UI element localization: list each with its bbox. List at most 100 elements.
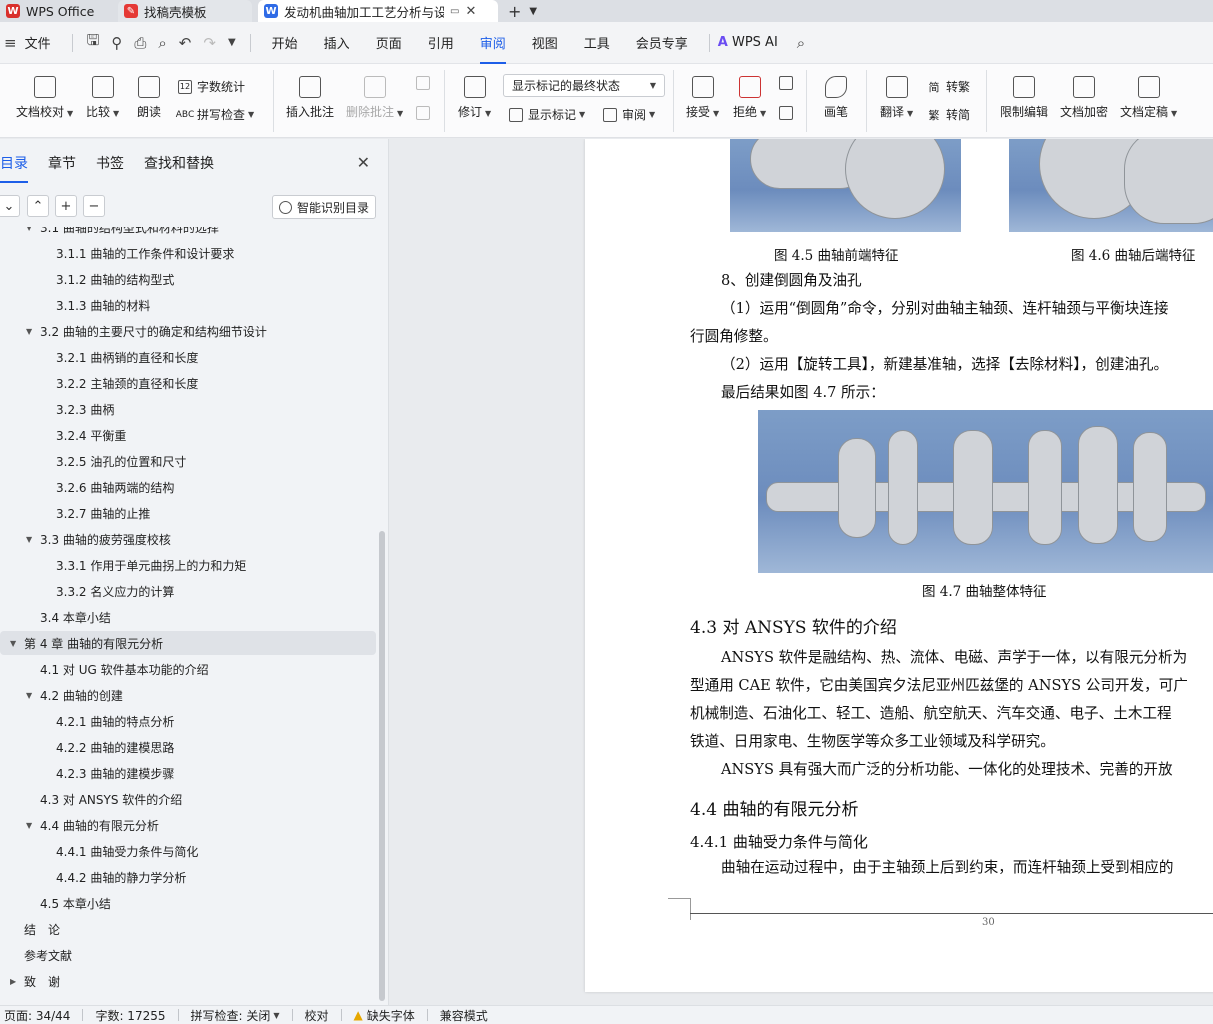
close-icon[interactable]: ✕ bbox=[357, 153, 370, 172]
toc-item[interactable]: 3.3.2 名义应力的计算 bbox=[42, 579, 174, 603]
undo-icon[interactable]: ↶ bbox=[173, 34, 198, 52]
toc-item[interactable]: 4.1 对 UG 软件基本功能的介绍 bbox=[26, 657, 209, 681]
chevron-down-icon[interactable]: ▼ bbox=[26, 535, 40, 544]
toc-item[interactable]: ▼ 3.1 曲轴的结构型式和材料的选择 bbox=[26, 227, 219, 239]
proofread-status[interactable]: 校对 bbox=[301, 1007, 341, 1024]
share-icon[interactable]: ⚲ bbox=[105, 34, 128, 52]
chevron-down-icon[interactable]: ▼ bbox=[26, 691, 40, 700]
tab-bookmarks[interactable]: 书签 bbox=[86, 153, 134, 173]
word-count-indicator[interactable]: 字数: 17255 bbox=[91, 1007, 177, 1024]
toc-item[interactable]: 结 论 bbox=[10, 917, 60, 941]
menu-view[interactable]: 视图 bbox=[519, 33, 571, 52]
markup-display-select[interactable]: 显示标记的最终状态 ▼ bbox=[503, 74, 665, 97]
toc-item[interactable]: 3.2.3 曲柄 bbox=[42, 397, 114, 421]
chevron-down-icon[interactable]: ▼ bbox=[222, 37, 242, 48]
chevron-up-icon[interactable]: ⌃ bbox=[27, 195, 49, 217]
toc-item[interactable]: 3.2.2 主轴颈的直径和长度 bbox=[42, 371, 198, 395]
tab-toc[interactable]: 目录 bbox=[0, 153, 38, 183]
menu-page[interactable]: 页面 bbox=[363, 33, 415, 52]
hamburger-icon[interactable]: ≡ bbox=[0, 34, 23, 52]
toc-item[interactable]: 3.1.3 曲轴的材料 bbox=[42, 293, 150, 317]
save-icon[interactable]: 🖫 bbox=[81, 30, 106, 55]
reject-button[interactable]: 拒绝 ▼ bbox=[733, 76, 766, 120]
toc-item[interactable]: 3.2.5 油孔的位置和尺寸 bbox=[42, 449, 186, 473]
toc-item[interactable]: 4.5 本章小结 bbox=[26, 891, 111, 915]
prev-comment-button[interactable] bbox=[416, 76, 435, 90]
toc-item[interactable]: 3.2.7 曲轴的止推 bbox=[42, 501, 150, 525]
chevron-down-icon[interactable]: ▼ bbox=[529, 6, 537, 17]
track-changes-button[interactable]: 修订 ▼ bbox=[458, 76, 491, 120]
insert-comment-button[interactable]: 插入批注 bbox=[286, 76, 334, 120]
encrypt-button[interactable]: 文档加密 bbox=[1060, 76, 1108, 120]
accept-button[interactable]: 接受 ▼ bbox=[686, 76, 719, 120]
next-comment-button[interactable] bbox=[416, 106, 435, 120]
print-icon[interactable]: ⎙ bbox=[128, 34, 152, 52]
review-pane-button[interactable]: 审阅 ▼ bbox=[603, 106, 655, 123]
chevron-down-icon[interactable]: ▼ bbox=[26, 327, 40, 336]
chevron-down-icon[interactable]: ▼ bbox=[26, 227, 40, 232]
word-count-button[interactable]: 12 字数统计 bbox=[178, 78, 245, 95]
toc-item[interactable]: 3.2.4 平衡重 bbox=[42, 423, 126, 447]
tab-find-replace[interactable]: 查找和替换 bbox=[134, 153, 224, 173]
toc-item[interactable]: ▶ 致 谢 bbox=[10, 969, 60, 993]
toc-item[interactable]: 4.2.3 曲轴的建模步骤 bbox=[42, 761, 174, 785]
doc-check-button[interactable]: 文档校对 ▼ bbox=[16, 76, 73, 120]
chevron-down-icon[interactable]: ▼ bbox=[10, 639, 24, 648]
finalize-button[interactable]: 文档定稿 ▼ bbox=[1120, 76, 1177, 120]
translate-button[interactable]: 翻译 ▼ bbox=[880, 76, 913, 120]
smart-toc-button[interactable]: 智能识别目录 bbox=[272, 195, 376, 219]
toc-item[interactable]: ▼ 3.3 曲轴的疲劳强度校核 bbox=[26, 527, 171, 551]
toc-item[interactable]: 3.1.1 曲轴的工作条件和设计要求 bbox=[42, 241, 234, 265]
menu-review[interactable]: 审阅 bbox=[467, 33, 519, 64]
pen-button[interactable]: 画笔 bbox=[824, 76, 848, 120]
spell-check-status[interactable]: 拼写检查: 关闭 ▼ bbox=[187, 1007, 292, 1024]
menu-file[interactable]: 文件 bbox=[23, 33, 64, 52]
toc-item[interactable]: 4.4.1 曲轴受力条件与简化 bbox=[42, 839, 198, 863]
compare-button[interactable]: 比较 ▼ bbox=[86, 76, 119, 120]
prev-change-button[interactable] bbox=[779, 76, 798, 90]
redo-icon[interactable]: ↷ bbox=[197, 34, 222, 52]
menu-insert[interactable]: 插入 bbox=[311, 33, 363, 52]
toc-item[interactable]: 4.2.2 曲轴的建模思路 bbox=[42, 735, 174, 759]
tab-document[interactable]: W 发动机曲轴加工工艺分析与设计 ▭ ✕ bbox=[258, 0, 498, 22]
toc-item[interactable]: 3.2.1 曲柄销的直径和长度 bbox=[42, 345, 198, 369]
chevron-down-icon[interactable]: ▼ bbox=[26, 821, 40, 830]
missing-font-status[interactable]: ▲ 缺失字体 bbox=[350, 1007, 427, 1024]
chevron-down-icon[interactable]: ⌄ bbox=[0, 195, 20, 217]
to-traditional-button[interactable]: 简 转繁 bbox=[927, 78, 971, 95]
menu-references[interactable]: 引用 bbox=[415, 33, 467, 52]
restrict-edit-button[interactable]: 限制编辑 bbox=[1000, 76, 1048, 120]
read-aloud-button[interactable]: 朗读 bbox=[137, 76, 161, 120]
plus-icon[interactable]: + bbox=[55, 195, 77, 217]
minus-icon[interactable]: − bbox=[83, 195, 105, 217]
nav-scrollbar[interactable] bbox=[379, 531, 385, 1001]
spell-check-button[interactable]: ABC 拼写检查 ▼ bbox=[176, 106, 254, 123]
menu-home[interactable]: 开始 bbox=[259, 33, 311, 52]
print-preview-icon[interactable]: ⌕ bbox=[152, 34, 172, 52]
tab-wps-office[interactable]: W WPS Office bbox=[0, 0, 112, 22]
menu-member[interactable]: 会员专享 bbox=[623, 33, 701, 52]
toc-item[interactable]: ▼ 4.4 曲轴的有限元分析 bbox=[26, 813, 159, 837]
next-change-button[interactable] bbox=[779, 106, 798, 120]
wps-ai-button[interactable]: A WPS AI bbox=[718, 35, 791, 50]
tab-template[interactable]: ✎ 找稿壳模板 bbox=[118, 0, 252, 22]
to-simplified-button[interactable]: 繁 转简 bbox=[927, 106, 971, 123]
page-indicator[interactable]: 页面: 34/44 bbox=[0, 1007, 82, 1024]
new-tab-button[interactable]: + ▼ bbox=[508, 0, 537, 22]
tab-sections[interactable]: 章节 bbox=[38, 153, 86, 173]
show-markup-button[interactable]: 显示标记 ▼ bbox=[509, 106, 585, 123]
toc-item[interactable]: 3.1.2 曲轴的结构型式 bbox=[42, 267, 174, 291]
toc-item[interactable]: ▼ 3.2 曲轴的主要尺寸的确定和结构细节设计 bbox=[26, 319, 267, 343]
toc-item[interactable]: 3.2.6 曲轴两端的结构 bbox=[42, 475, 174, 499]
chevron-right-icon[interactable]: ▶ bbox=[10, 977, 24, 986]
toc-item[interactable]: 3.4 本章小结 bbox=[26, 605, 111, 629]
close-tab-icon[interactable]: ✕ bbox=[465, 4, 476, 19]
toc-item[interactable]: ▼ 4.2 曲轴的创建 bbox=[26, 683, 123, 707]
toc-item[interactable]: 3.3.1 作用于单元曲拐上的力和力矩 bbox=[42, 553, 246, 577]
toc-item[interactable]: 4.3 对 ANSYS 软件的介绍 bbox=[26, 787, 182, 811]
delete-comment-button[interactable]: 删除批注 ▼ bbox=[346, 76, 403, 120]
toc-item[interactable]: 参考文献 bbox=[10, 943, 72, 967]
menu-tools[interactable]: 工具 bbox=[571, 33, 623, 52]
search-icon[interactable]: ⌕ bbox=[791, 34, 811, 52]
toc-item[interactable]: ▼ 第 4 章 曲轴的有限元分析 bbox=[0, 631, 376, 655]
